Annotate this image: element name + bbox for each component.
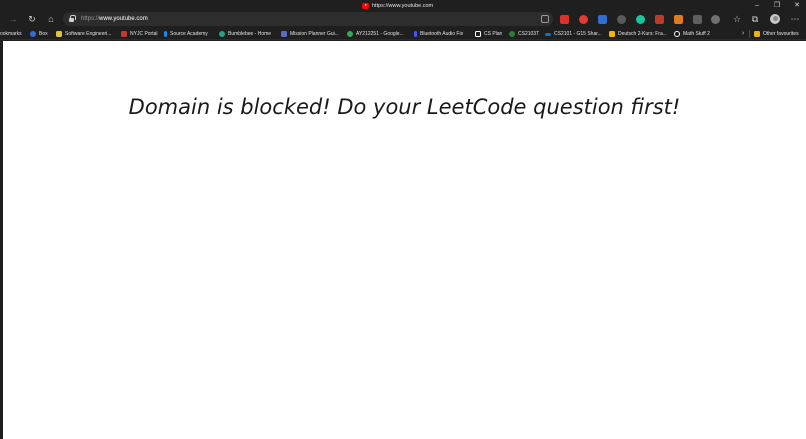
window-title-text: https://www.youtube.com (372, 2, 434, 9)
bookmark-favicon (509, 31, 515, 37)
bookmark-item[interactable]: Bluetooth Audio Fix (414, 28, 463, 40)
extension-gray-3[interactable] (711, 15, 720, 24)
url-text[interactable]: https://www.youtube.com (81, 12, 148, 26)
bookmark-item[interactable]: ookmarks (0, 28, 22, 40)
bookmark-item[interactable]: Deutsch 2-Kurs: Fra... (609, 28, 667, 40)
extension-green[interactable] (636, 15, 645, 24)
bluetooth-icon (414, 31, 417, 37)
lock-icon[interactable] (69, 15, 76, 23)
bookmark-item[interactable]: Software Engineeri... (56, 28, 111, 40)
box-icon (30, 31, 36, 37)
address-bar[interactable]: https://www.youtube.com (63, 12, 553, 26)
bookmarks-bar: ookmarks Box Software Engineeri... NYJC … (0, 28, 806, 40)
bookmark-item[interactable]: Box (30, 28, 48, 40)
bookmark-favicon (56, 31, 62, 37)
bookmark-favicon (121, 31, 127, 37)
window-title: https://www.youtube.com (362, 1, 433, 10)
refresh-icon[interactable]: ↻ (24, 12, 40, 27)
bookmark-item[interactable]: CS2103T (509, 28, 539, 40)
bookmark-item[interactable]: AY212251 - Google... (347, 28, 404, 40)
bookmark-favicon (545, 32, 551, 36)
bookmark-item[interactable]: CS2101 - G15 Shar... (545, 28, 602, 40)
collections-icon[interactable]: ⧉ (748, 12, 762, 27)
bookmark-item[interactable]: Math Stuff 2 (674, 28, 710, 40)
folder-icon (754, 31, 760, 37)
title-bar: https://www.youtube.com – ❐ ✕ (0, 0, 806, 11)
page-viewport: Domain is blocked! Do your LeetCode ques… (3, 41, 806, 439)
home-icon[interactable]: ⌂ (43, 12, 59, 27)
extension-red-2[interactable] (655, 15, 664, 24)
restore-button[interactable]: ❐ (768, 0, 786, 11)
blocked-message: Domain is blocked! Do your LeetCode ques… (128, 95, 681, 119)
extension-orange[interactable] (674, 15, 683, 24)
extension-red-badge[interactable] (579, 15, 588, 24)
bookmarks-separator (749, 30, 750, 38)
bookmark-item[interactable]: Source Academy (164, 28, 208, 40)
bookmark-favicon (219, 31, 225, 37)
favorites-icon[interactable]: ☆ (730, 12, 744, 27)
extension-gray-1[interactable] (617, 15, 626, 24)
minimize-button[interactable]: – (748, 0, 766, 11)
youtube-icon (362, 2, 369, 9)
bookmark-favicon (164, 31, 167, 37)
bookmark-favicon (609, 31, 615, 37)
extension-red-1[interactable] (560, 15, 569, 24)
more-icon[interactable]: ⋯ (788, 12, 802, 27)
bookmark-item[interactable]: NYJC Portal (121, 28, 158, 40)
bookmark-item[interactable]: Mission Planner Gui... (281, 28, 339, 40)
other-favourites[interactable]: Other favourites (754, 28, 799, 40)
bookmark-favicon (674, 31, 680, 37)
browser-toolbar: → ↻ ⌂ https://www.youtube.com ☆ ⧉ ⋯ (0, 11, 806, 28)
forward-icon[interactable]: → (5, 12, 21, 27)
bookmark-favicon (347, 31, 353, 37)
bookmark-favicon (281, 31, 287, 37)
bookmark-item[interactable]: Bumblebee - Home (219, 28, 271, 40)
document-icon (475, 31, 481, 37)
extension-blue[interactable] (598, 15, 607, 24)
chevron-right-icon[interactable]: › (739, 28, 747, 40)
bookmark-item[interactable]: CS Plan (475, 28, 502, 40)
close-button[interactable]: ✕ (788, 0, 806, 11)
app-available-icon[interactable] (541, 15, 549, 23)
extension-gray-2[interactable] (693, 15, 702, 24)
profile-avatar[interactable] (770, 14, 780, 24)
